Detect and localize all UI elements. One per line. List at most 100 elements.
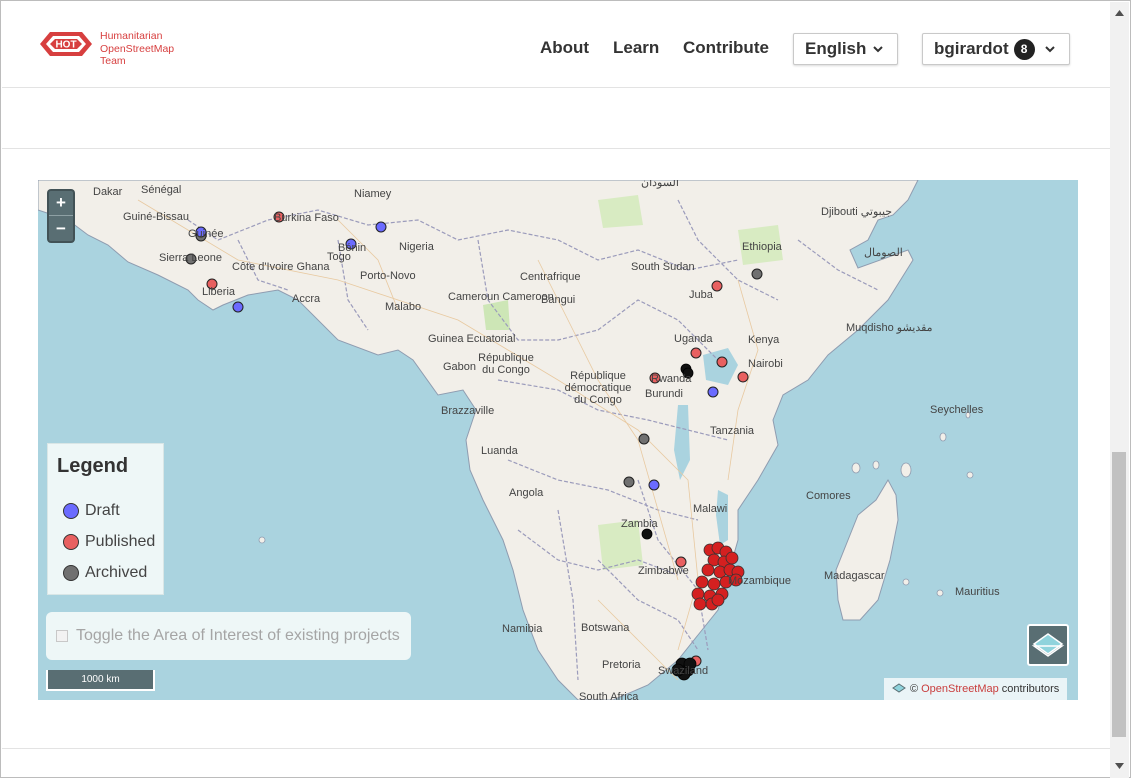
- map-label: Comores: [806, 490, 851, 502]
- legend-item-archived: Archived: [63, 564, 147, 582]
- map-label: South Africa: [579, 691, 639, 700]
- map-label: Liberia: [202, 286, 236, 298]
- osm-attribution-link[interactable]: OpenStreetMap: [921, 683, 999, 695]
- map-label: Tanzania: [710, 425, 755, 437]
- attribution-suffix: contributors: [1001, 683, 1060, 695]
- toggle-aoi-control[interactable]: Toggle the Area of Interest of existing …: [46, 612, 411, 660]
- user-menu[interactable]: bgirardot 8: [922, 33, 1070, 65]
- map-label: السودان: [641, 180, 679, 189]
- map-label: South Sudan: [631, 261, 695, 273]
- map-label: Zimbabwe: [638, 565, 689, 577]
- logo-text: Humanitarian OpenStreetMap Team: [100, 30, 174, 68]
- zoom-control: + −: [47, 189, 75, 243]
- zoom-in-button[interactable]: +: [49, 191, 73, 216]
- navbar: HOT Humanitarian OpenStreetMap Team Abou…: [2, 2, 1110, 88]
- map-scale: 1000 km: [46, 670, 155, 691]
- legend-item-published: Published: [63, 533, 155, 551]
- zoom-out-button[interactable]: −: [49, 216, 73, 241]
- map-label: Malabo: [385, 301, 422, 313]
- layer-switcher-button[interactable]: [1027, 624, 1069, 666]
- archived-dot-icon: [63, 565, 79, 581]
- map-label: Seychelles: [930, 404, 984, 416]
- map-label: Ethiopia: [742, 241, 782, 253]
- map-label: Guiné-Bissau: [123, 211, 190, 223]
- page-scrollbar[interactable]: [1110, 2, 1129, 778]
- nav-contribute-link[interactable]: Contribute: [683, 38, 769, 58]
- map-label: République du Congo: [478, 352, 534, 376]
- hot-logo[interactable]: HOT: [38, 26, 94, 67]
- svg-text:HOT: HOT: [55, 40, 76, 51]
- map-label: Zambia: [621, 518, 658, 530]
- map-label: Botswana: [581, 622, 630, 634]
- username-label: bgirardot: [934, 39, 1009, 58]
- map-label: Dakar: [93, 186, 123, 198]
- legend-label: Archived: [85, 564, 148, 581]
- map-label: Guinea Ecuatorial: [428, 333, 516, 345]
- logo-text-line2: OpenStreetMap: [100, 42, 175, 55]
- map-label: Sierra Leone: [159, 252, 222, 264]
- map-label: Mozambique: [728, 575, 791, 587]
- map-label: Kenya: [748, 334, 780, 346]
- hot-logo-icon: HOT: [40, 32, 92, 56]
- map-label: République démocratique du Congo: [564, 370, 632, 406]
- scrollbar-thumb[interactable]: [1112, 452, 1126, 737]
- toggle-aoi-checkbox[interactable]: [56, 630, 68, 642]
- chevron-down-icon: [873, 46, 883, 53]
- notification-badge: 8: [1013, 38, 1035, 60]
- map-label: Muqdisho مقديشو: [846, 322, 933, 334]
- map-label: Burkina Faso: [274, 212, 339, 224]
- draft-dot-icon: [63, 503, 79, 519]
- map-label: Bangui: [541, 294, 576, 306]
- browser-frame: HOT Humanitarian OpenStreetMap Team Abou…: [0, 0, 1131, 778]
- scroll-down-icon[interactable]: [1114, 760, 1125, 771]
- map-label: Pretoria: [602, 659, 641, 671]
- map-label: Nigeria: [399, 241, 434, 253]
- legend-label: Draft: [85, 502, 120, 519]
- park-area: [598, 195, 643, 228]
- map-label: Juba: [689, 289, 713, 301]
- map-label: Côte d'Ivoire Ghana: [232, 261, 330, 273]
- layers-icon: [1031, 633, 1065, 657]
- map-label: Namibia: [502, 623, 543, 635]
- park-area: [483, 300, 510, 330]
- projects-map[interactable]: Dakar Sénégal Guiné-Bissau Guinée Sierra…: [38, 180, 1078, 700]
- map-label: Swaziland: [658, 665, 709, 677]
- map-label: Burundi: [645, 388, 683, 400]
- legend-title: Legend: [57, 455, 129, 477]
- map-label: Centrafrique: [520, 271, 581, 283]
- logo-text-line3: Team: [100, 55, 126, 67]
- map-label: الصومال: [864, 247, 903, 259]
- attribution-copyright: ©: [910, 683, 919, 695]
- map-label: Cameroun Cameroon: [448, 291, 554, 303]
- toggle-aoi-label: Toggle the Area of Interest of existing …: [76, 627, 400, 644]
- map-label: Accra: [292, 293, 321, 305]
- map-label: Niamey: [354, 188, 392, 200]
- map-label: Djibouti جيبوتي: [821, 206, 893, 218]
- legend-label: Published: [85, 533, 156, 550]
- published-dot-icon: [63, 534, 79, 550]
- nav-learn-link[interactable]: Learn: [613, 38, 659, 58]
- language-select[interactable]: English: [793, 33, 898, 65]
- section-divider: [2, 148, 1110, 149]
- map-attribution: © OpenStreetMap contributors: [884, 678, 1068, 700]
- map-label: Nairobi: [748, 358, 783, 370]
- map-label: Madagascar: [824, 570, 885, 582]
- map-label: Uganda: [674, 333, 713, 345]
- chevron-down-icon: [1045, 46, 1055, 53]
- section-divider: [2, 748, 1110, 749]
- language-label: English: [805, 39, 867, 58]
- map-legend: Legend Draft Published Archived: [47, 443, 164, 595]
- map-label: Mauritius: [955, 586, 1000, 598]
- map-label: Luanda: [481, 445, 518, 457]
- map-label: Angola: [509, 487, 544, 499]
- scroll-up-icon[interactable]: [1114, 8, 1125, 19]
- map-label: Brazzaville: [441, 405, 495, 417]
- map-label: Togo: [327, 251, 351, 263]
- logo-text-line1: Humanitarian: [100, 30, 163, 42]
- map-label: Malawi: [693, 503, 728, 515]
- map-label: Guinée: [188, 228, 224, 240]
- legend-item-draft: Draft: [63, 502, 120, 520]
- map-label: Porto-Novo: [360, 270, 416, 282]
- map-label: Gabon: [443, 361, 477, 373]
- nav-about-link[interactable]: About: [540, 38, 589, 58]
